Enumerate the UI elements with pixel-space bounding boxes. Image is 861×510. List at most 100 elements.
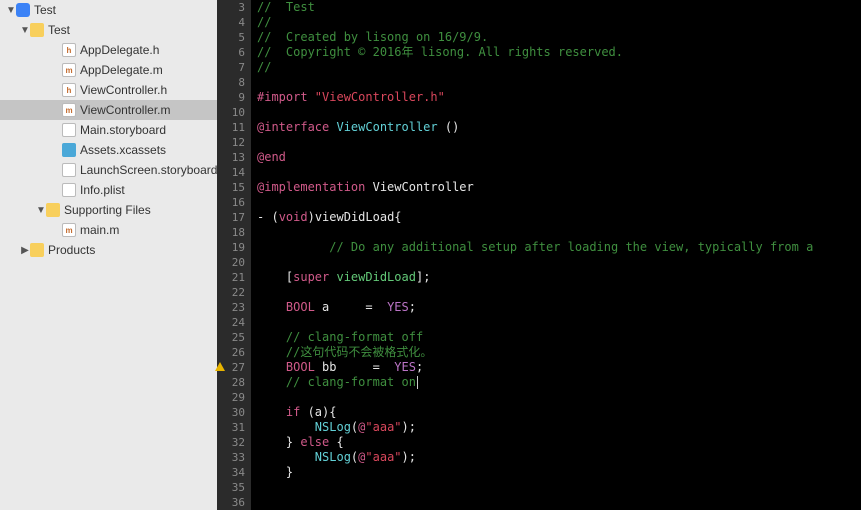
code-line[interactable]: // Do any additional setup after loading… (257, 240, 861, 255)
navigator-item-assets-xcassets[interactable]: Assets.xcassets (0, 140, 217, 160)
code-line[interactable]: } else { (257, 435, 861, 450)
navigator-item-main-storyboard[interactable]: Main.storyboard (0, 120, 217, 140)
disclosure-triangle-open-icon[interactable]: ▼ (6, 5, 16, 16)
code-line[interactable] (257, 165, 861, 180)
code-line[interactable] (257, 135, 861, 150)
line-number: 27 (217, 360, 245, 375)
navigator-item-test[interactable]: ▼ Test (0, 20, 217, 40)
line-number: 33 (217, 450, 245, 465)
line-number: 25 (217, 330, 245, 345)
folder-icon (30, 23, 44, 37)
code-line[interactable] (257, 225, 861, 240)
line-number: 14 (217, 165, 245, 180)
line-number: 4 (217, 15, 245, 30)
text-caret-icon (417, 376, 418, 389)
code-line[interactable]: // clang-format off (257, 330, 861, 345)
token-kw: void (279, 210, 308, 224)
code-line[interactable]: // clang-format on (257, 375, 861, 390)
token-plain: - ( (257, 210, 279, 224)
token-plain: } (257, 435, 300, 449)
token-at: @end (257, 150, 286, 164)
code-area[interactable]: // Test//// Created by lisong on 16/9/9.… (251, 0, 861, 510)
navigator-item-label: AppDelegate.m (80, 63, 163, 77)
warning-icon (215, 362, 225, 371)
navigator-item-label: Test (48, 23, 70, 37)
navigator-item-viewcontroller-m[interactable]: mViewController.m (0, 100, 217, 120)
navigator-item-test[interactable]: ▼ Test (0, 0, 217, 20)
code-line[interactable]: if (a){ (257, 405, 861, 420)
code-line[interactable] (257, 315, 861, 330)
code-line[interactable]: } (257, 465, 861, 480)
token-type: NSLog (315, 420, 351, 434)
code-line[interactable] (257, 75, 861, 90)
token-plain (257, 300, 286, 314)
navigator-item-label: ViewController.h (80, 83, 167, 97)
navigator-item-info-plist[interactable]: Info.plist (0, 180, 217, 200)
code-line[interactable] (257, 285, 861, 300)
code-line[interactable] (257, 480, 861, 495)
plist-icon (62, 183, 76, 197)
code-line[interactable]: BOOL a = YES; (257, 300, 861, 315)
navigator-item-appdelegate-h[interactable]: hAppDelegate.h (0, 40, 217, 60)
code-line[interactable]: //这句代码不会被格式化。 (257, 345, 861, 360)
code-line[interactable]: BOOL bb = YES; (257, 360, 861, 375)
token-plain: a = (315, 300, 387, 314)
code-line[interactable]: @end (257, 150, 861, 165)
navigator-item-supporting-files[interactable]: ▼Supporting Files (0, 200, 217, 220)
navigator-item-viewcontroller-h[interactable]: hViewController.h (0, 80, 217, 100)
token-kw: BOOL (286, 360, 315, 374)
disclosure-triangle-open-icon[interactable]: ▼ (20, 25, 30, 36)
code-line[interactable]: // Copyright © 2016年 lisong. All rights … (257, 45, 861, 60)
navigator-item-label: ViewController.m (80, 103, 170, 117)
code-line[interactable]: - (void)viewDidLoad{ (257, 210, 861, 225)
navigator-item-label: Test (34, 3, 56, 17)
token-plain (257, 345, 286, 359)
code-line[interactable] (257, 195, 861, 210)
token-kw: #import (257, 90, 315, 104)
navigator-item-main-m[interactable]: mmain.m (0, 220, 217, 240)
folder-icon (30, 243, 44, 257)
navigator-item-label: Assets.xcassets (80, 143, 166, 157)
line-number: 20 (217, 255, 245, 270)
implementation-file-icon: m (62, 63, 76, 77)
token-plain: )viewDidLoad{ (308, 210, 402, 224)
storyboard-icon (62, 123, 76, 137)
navigator-item-products[interactable]: ▶Products (0, 240, 217, 260)
code-line[interactable]: // Test (257, 0, 861, 15)
navigator-item-appdelegate-m[interactable]: m AppDelegate.m (0, 60, 217, 80)
code-line[interactable] (257, 495, 861, 510)
line-number: 13 (217, 150, 245, 165)
code-line[interactable]: NSLog(@"aaa"); (257, 450, 861, 465)
line-number: 16 (217, 195, 245, 210)
line-number: 17 (217, 210, 245, 225)
token-plain (257, 330, 286, 344)
navigator-item-launchscreen-storyboard[interactable]: LaunchScreen.storyboard (0, 160, 217, 180)
project-navigator[interactable]: ▼Test▼TesthAppDelegate.hmAppDelegate.mhV… (0, 0, 217, 510)
token-plain: } (257, 465, 293, 479)
token-cmt: // Created by lisong on 16/9/9. (257, 30, 488, 44)
code-line[interactable]: @implementation ViewController (257, 180, 861, 195)
code-line[interactable]: [super viewDidLoad]; (257, 270, 861, 285)
code-line[interactable] (257, 105, 861, 120)
code-line[interactable] (257, 390, 861, 405)
token-cmt: // clang-format on (286, 375, 416, 389)
header-file-icon: h (62, 43, 76, 57)
token-plain: ); (402, 450, 416, 464)
code-line[interactable]: #import "ViewController.h" (257, 90, 861, 105)
code-line[interactable]: NSLog(@"aaa"); (257, 420, 861, 435)
code-line[interactable]: // (257, 60, 861, 75)
line-number: 11 (217, 120, 245, 135)
code-line[interactable]: // Created by lisong on 16/9/9. (257, 30, 861, 45)
token-cmt: //这句代码不会被格式化。 (286, 345, 432, 359)
code-line[interactable] (257, 255, 861, 270)
line-number: 23 (217, 300, 245, 315)
line-number: 7 (217, 60, 245, 75)
token-kw: super (293, 270, 329, 284)
storyboard-icon (62, 163, 76, 177)
code-line[interactable]: @interface ViewController () (257, 120, 861, 135)
code-line[interactable]: // (257, 15, 861, 30)
disclosure-triangle-open-icon[interactable]: ▼ (36, 205, 46, 216)
disclosure-triangle-closed-icon[interactable]: ▶ (20, 245, 30, 256)
code-editor[interactable]: 3456789101112131415161718192021222324252… (217, 0, 861, 510)
token-plain (257, 420, 315, 434)
